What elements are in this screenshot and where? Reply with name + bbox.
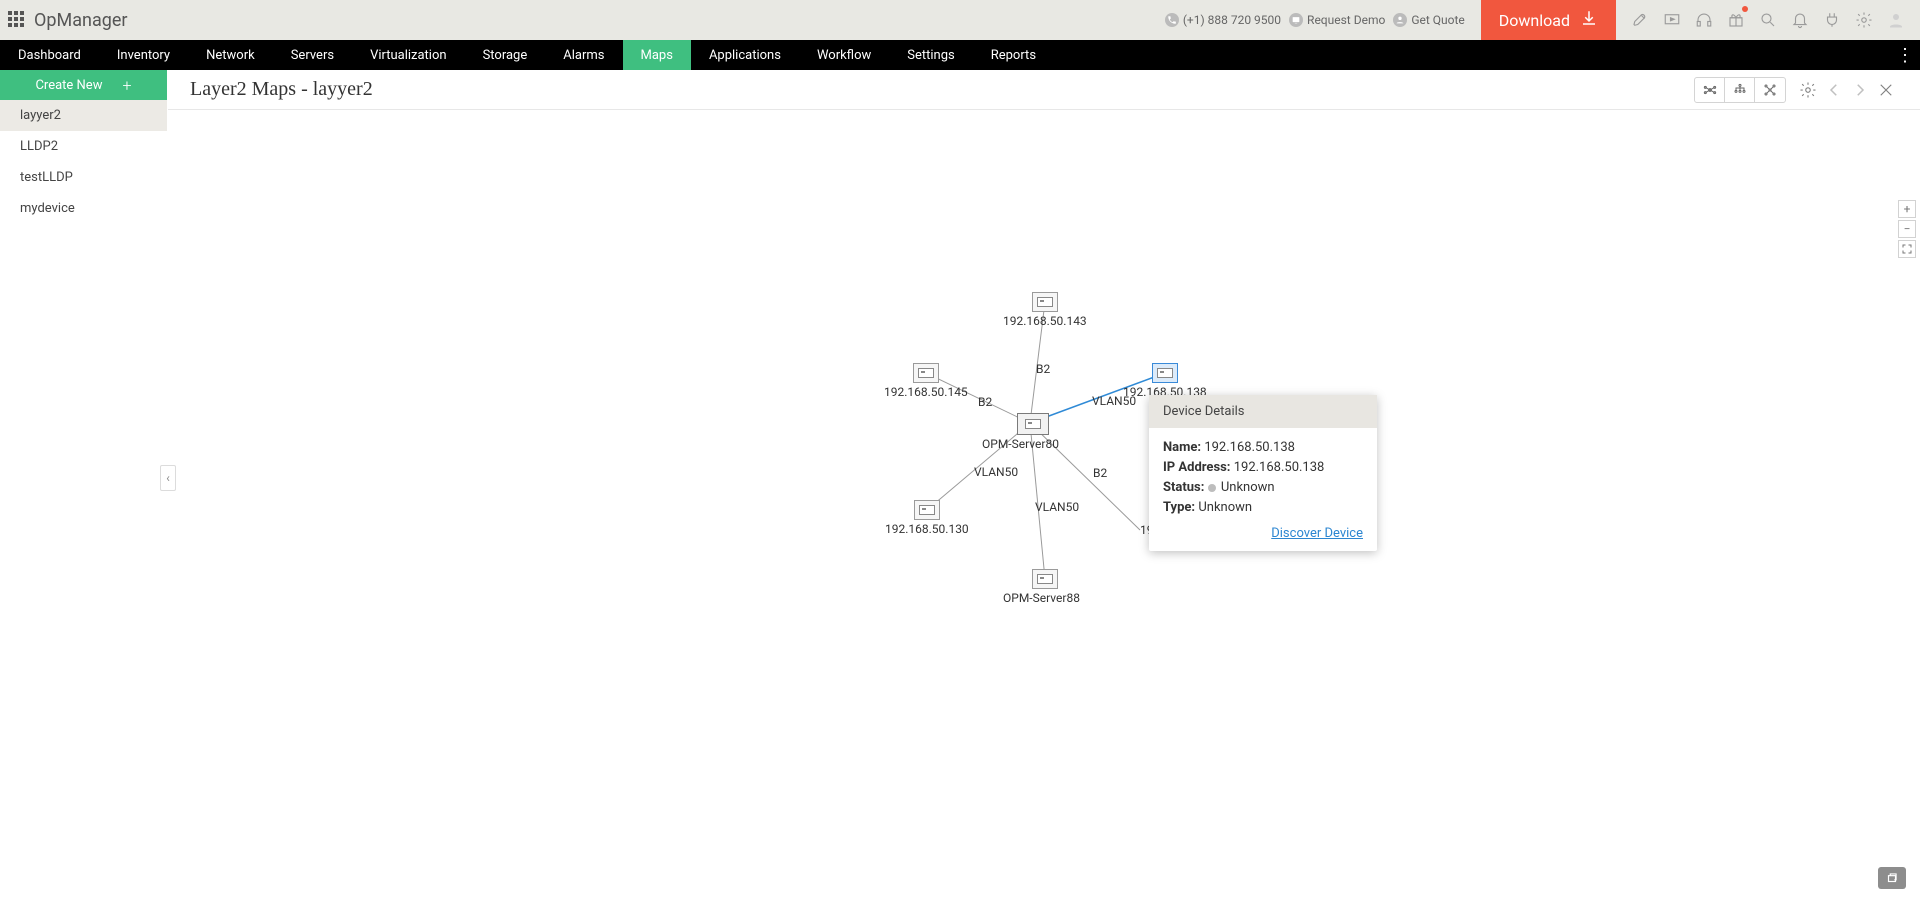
zoom-in-button[interactable]: + [1898,200,1916,218]
close-icon[interactable] [1874,78,1898,102]
node-label: 192.168.50.143 [1003,314,1087,328]
phone-icon [1165,13,1179,27]
search-icon[interactable] [1752,0,1784,40]
footer-restore-icon[interactable] [1878,867,1906,889]
zoom-out-button[interactable]: − [1898,220,1916,238]
header-actions [1694,77,1898,103]
bell-icon[interactable] [1784,0,1816,40]
edge-label: VLAN50 [1035,500,1079,514]
apps-grid-icon[interactable] [8,11,26,29]
plus-icon: + [122,76,131,95]
layout-tree-icon[interactable] [1725,78,1755,102]
node-label: OPM-Server88 [1003,591,1080,605]
nav-more-icon[interactable]: ⋮ [1890,40,1920,70]
request-demo-text: Request Demo [1307,13,1385,27]
sidebar-item-layyer2[interactable]: layyer2 [0,100,167,131]
map-node[interactable] [914,500,940,520]
content-header: Layer2 Maps - layyer2 [168,70,1920,110]
nav-item-virtualization[interactable]: Virtualization [352,40,465,70]
nav-item-dashboard[interactable]: Dashboard [0,40,99,70]
popover-title: Device Details [1149,395,1377,428]
logo-text: OpManager [34,10,127,31]
next-icon[interactable] [1848,78,1872,102]
get-quote-text: Get Quote [1411,13,1464,27]
gear-icon[interactable] [1848,0,1880,40]
download-icon [1580,9,1598,31]
get-quote-link[interactable]: Get Quote [1393,13,1464,27]
popover-ip-row: IP Address: 192.168.50.138 [1163,460,1363,475]
sidebar-collapse-handle[interactable]: ‹ [160,465,176,491]
status-dot-icon [1208,484,1216,492]
nav-item-inventory[interactable]: Inventory [99,40,188,70]
content-area: Layer2 Maps - layyer2 B2B2VLAN50VLAN50VL… [168,70,1920,897]
edge-label: VLAN50 [974,465,1018,479]
map-node[interactable] [913,363,939,383]
nav-item-workflow[interactable]: Workflow [799,40,889,70]
device-details-popover: Device Details Name: 192.168.50.138 IP A… [1149,395,1377,551]
nav-item-settings[interactable]: Settings [889,40,972,70]
headset-icon[interactable] [1688,0,1720,40]
download-button[interactable]: Download [1481,0,1616,40]
sidebar-item-lldp2[interactable]: LLDP2 [0,131,167,162]
node-label: 192.168.50.130 [885,522,969,536]
nav-item-alarms[interactable]: Alarms [545,40,622,70]
edge-label: B2 [1093,466,1107,480]
layout-radial-icon[interactable] [1695,78,1725,102]
nav-item-applications[interactable]: Applications [691,40,799,70]
download-label: Download [1499,11,1570,30]
nav-item-servers[interactable]: Servers [273,40,352,70]
discover-device-link[interactable]: Discover Device [1271,526,1363,541]
node-label: OPM-Server80 [982,437,1059,451]
rocket-icon[interactable] [1624,0,1656,40]
nav-item-storage[interactable]: Storage [465,40,546,70]
nav-item-maps[interactable]: Maps [623,40,691,70]
tool-icons [1624,0,1912,40]
main-nav: DashboardInventoryNetworkServersVirtuali… [0,40,1920,70]
popover-name-row: Name: 192.168.50.138 [1163,440,1363,455]
layout-hier-icon[interactable] [1755,78,1785,102]
nav-item-network[interactable]: Network [188,40,273,70]
phone-link[interactable]: (+1) 888 720 9500 [1165,13,1281,27]
prev-icon[interactable] [1822,78,1846,102]
map-node[interactable] [1017,413,1049,435]
popover-type-row: Type: Unknown [1163,500,1363,515]
popover-status-row: Status: Unknown [1163,480,1363,495]
quote-icon [1393,13,1407,27]
sidebar-item-mydevice[interactable]: mydevice [0,193,167,224]
edge-label: B2 [1036,362,1050,376]
phone-text: (+1) 888 720 9500 [1183,13,1281,27]
edge-label: B2 [978,395,992,409]
nav-item-reports[interactable]: Reports [973,40,1054,70]
top-right-links: (+1) 888 720 9500 Request Demo Get Quote… [1165,0,1912,40]
presentation-icon[interactable] [1656,0,1688,40]
sidebar: Create New + layyer2LLDP2testLLDPmydevic… [0,70,168,897]
zoom-fit-button[interactable] [1898,240,1916,258]
map-node[interactable] [1152,363,1178,383]
create-new-label: Create New [35,78,102,93]
layout-actions [1694,77,1786,103]
user-icon[interactable] [1880,0,1912,40]
map-node[interactable] [1032,292,1058,312]
zoom-controls: + − [1898,200,1916,258]
top-bar: OpManager (+1) 888 720 9500 Request Demo… [0,0,1920,40]
plug-icon[interactable] [1816,0,1848,40]
request-demo-link[interactable]: Request Demo [1289,13,1385,27]
map-canvas[interactable]: B2B2VLAN50VLAN50VLAN50B2192.168.50.14319… [168,110,1920,897]
sidebar-item-testlldp[interactable]: testLLDP [0,162,167,193]
page-title: Layer2 Maps - layyer2 [190,78,373,101]
map-node[interactable] [1032,569,1058,589]
gift-icon[interactable] [1720,0,1752,40]
settings-icon[interactable] [1796,78,1820,102]
create-new-button[interactable]: Create New + [0,70,167,100]
node-label: 192.168.50.145 [884,385,968,399]
demo-icon [1289,13,1303,27]
